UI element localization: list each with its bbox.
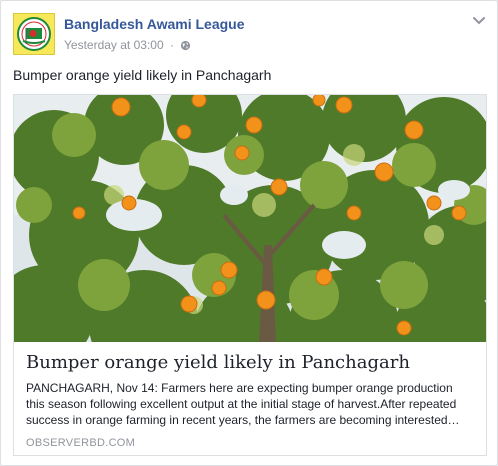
link-domain: OBSERVERBD.COM	[26, 437, 136, 449]
chevron-down-icon[interactable]	[471, 13, 487, 29]
facebook-post: Bangladesh Awami League Yesterday at 03:…	[0, 0, 498, 466]
link-preview-body: Bumper orange yield likely in Panchagarh…	[14, 342, 486, 455]
link-description: PANCHAGARH, Nov 14: Farmers here are exp…	[26, 381, 460, 427]
link-preview-card[interactable]: Bumper orange yield likely in Panchagarh…	[13, 94, 487, 456]
meta-separator: ·	[169, 38, 174, 52]
page-name-link[interactable]: Bangladesh Awami League	[64, 16, 245, 32]
globe-icon[interactable]	[180, 40, 191, 54]
page-avatar[interactable]	[13, 13, 55, 55]
link-title[interactable]: Bumper orange yield likely in Panchagarh	[26, 352, 474, 374]
party-logo-icon	[17, 17, 51, 51]
post-text: Bumper orange yield likely in Panchagarh	[13, 67, 272, 83]
orange-tree-image[interactable]	[14, 95, 486, 342]
post-header: Bangladesh Awami League Yesterday at 03:…	[13, 13, 487, 57]
post-timestamp[interactable]: Yesterday at 03:00	[64, 38, 164, 52]
post-meta: Yesterday at 03:00 ·	[64, 38, 191, 54]
